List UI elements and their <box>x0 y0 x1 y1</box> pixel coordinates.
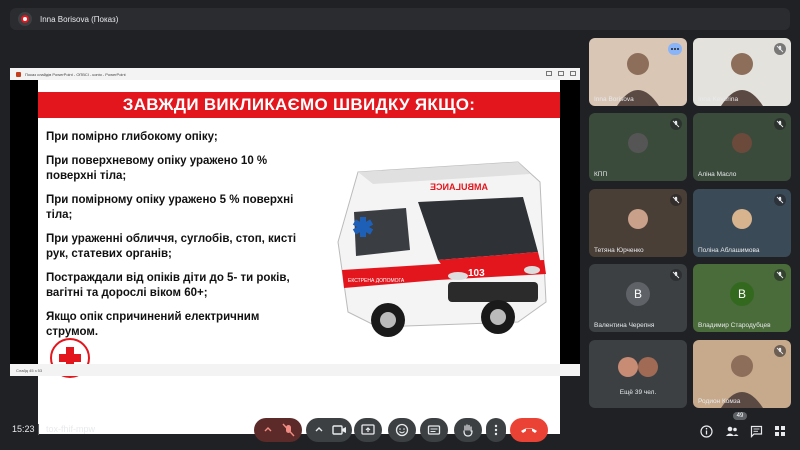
hand-icon <box>463 424 473 437</box>
slide-item: При помірно глибокому опіку; <box>46 131 218 143</box>
mic-off-icon <box>774 345 786 357</box>
slide-item: При помірному опіку уражено 5 % поверхні… <box>46 194 294 221</box>
slide-item: Якщо опік спричинений електричним струмо… <box>46 311 260 338</box>
slide-item: При поверхневому опіку уражено 10 % пове… <box>46 155 268 182</box>
ambulance-side-text: ЕКСТРЕНА ДОПОМОГА <box>348 278 405 284</box>
avatar <box>628 209 648 229</box>
ambulance-image: AMBULANCE 103 ЕКСТРЕНА ДОПОМОГА <box>337 161 547 337</box>
captions-icon <box>427 425 441 435</box>
participant-tile[interactable]: Ещё 39 чел. <box>589 340 687 408</box>
participant-tile[interactable]: КПП <box>589 113 687 181</box>
people-icon <box>726 426 739 436</box>
minimize-icon <box>546 71 552 76</box>
meet-window: Inna Borisova (Показ) Показ слайдів Powe… <box>0 0 800 450</box>
mic-off-icon <box>670 194 682 206</box>
mic-off-icon <box>774 269 786 281</box>
participant-tile[interactable]: B Владимир Стародубцев <box>693 264 791 332</box>
presenter-name: Inna Borisova (Показ) <box>40 14 119 24</box>
window-controls <box>546 71 576 76</box>
participant-name: Inna Keverina <box>698 96 739 103</box>
reactions-button[interactable] <box>388 418 416 442</box>
mic-button[interactable] <box>254 418 302 442</box>
powerpoint-icon <box>16 71 21 77</box>
more-options-icon[interactable] <box>668 43 682 55</box>
participant-name: КПП <box>594 171 608 178</box>
more-vert-icon <box>494 424 498 436</box>
slide: ЗАВЖДИ ВИКЛИКАЄМО ШВИДКУ ЯКЩО: При помір… <box>38 80 560 434</box>
powerpoint-statusbar: Слайд 45 з 53 <box>10 364 580 376</box>
phone-hangup-icon <box>521 428 537 433</box>
presenter-bar: Inna Borisova (Показ) <box>10 8 790 30</box>
participant-count-badge: 49 <box>733 412 747 420</box>
slide-list: При помірно глибокому опіку; При поверхн… <box>46 130 308 349</box>
participant-tile[interactable]: Аліна Масло <box>693 113 791 181</box>
avatar <box>732 209 752 229</box>
apps-grid-icon <box>775 426 785 436</box>
presenter-avatar <box>18 12 32 26</box>
avatar: B <box>626 282 650 306</box>
people-button[interactable] <box>724 423 740 439</box>
participant-tile[interactable]: Поліна Аблашимова <box>693 189 791 257</box>
participant-name: Поліна Аблашимова <box>698 247 760 254</box>
mic-off-icon <box>774 43 786 55</box>
powerpoint-window-title: Показ слайдів PowerPoint - ОПВСІ - копія… <box>25 71 126 77</box>
participant-name: Родион Комза <box>698 398 741 405</box>
participant-name: Аліна Масло <box>698 171 737 178</box>
slide-item: Постраждали від опіків діти до 5- ти рок… <box>46 272 290 299</box>
participant-tile[interactable]: Родион Комза <box>693 340 791 408</box>
bottom-toolbar: 15:23 tox-fhif-mpw <box>0 410 800 450</box>
ambulance-number: 103 <box>468 268 485 279</box>
slide-counter: Слайд 45 з 53 <box>16 367 43 373</box>
activities-button[interactable] <box>772 423 788 439</box>
present-screen-icon <box>361 424 375 435</box>
mic-off-icon <box>774 118 786 130</box>
participant-tile[interactable]: Inna Keverina <box>693 38 791 106</box>
powerpoint-titlebar: Показ слайдів PowerPoint - ОПВСІ - копія… <box>10 68 580 80</box>
mic-off-icon <box>264 423 295 437</box>
leave-call-button[interactable] <box>510 418 548 442</box>
mic-off-icon <box>670 269 682 281</box>
avatar <box>628 133 648 153</box>
participant-name: Ещё 39 чел. <box>619 389 657 396</box>
present-button[interactable] <box>354 418 382 442</box>
more-options-button[interactable] <box>486 418 506 442</box>
emoji-icon <box>395 423 409 437</box>
participant-tile[interactable]: Inna Borisova <box>589 38 687 106</box>
ambulance-text: AMBULANCE <box>430 182 488 192</box>
close-icon <box>570 71 576 76</box>
slide-item: При ураженні обличчя, суглобів, стоп, ки… <box>46 233 297 260</box>
mic-off-icon <box>670 118 682 130</box>
maximize-icon <box>558 71 564 76</box>
avatar <box>732 133 752 153</box>
clock: 15:23 <box>12 424 35 434</box>
slide-title: ЗАВЖДИ ВИКЛИКАЄМО ШВИДКУ ЯКЩО: <box>122 95 476 114</box>
camera-button[interactable] <box>306 418 352 442</box>
participant-tile[interactable]: Тетяна Юрченко <box>589 189 687 257</box>
divider <box>38 424 39 435</box>
info-icon <box>699 424 713 438</box>
raise-hand-button[interactable] <box>454 418 482 442</box>
info-button[interactable] <box>698 423 714 439</box>
chat-button[interactable] <box>748 423 764 439</box>
participant-name: Inna Borisova <box>594 96 634 103</box>
shared-screen: Показ слайдів PowerPoint - ОПВСІ - копія… <box>10 68 580 434</box>
mic-off-icon <box>774 194 786 206</box>
participant-tile[interactable]: B Валентина Черепня <box>589 264 687 332</box>
meeting-code: tox-fhif-mpw <box>46 424 96 434</box>
participant-name: Владимир Стародубцев <box>698 322 771 329</box>
participant-name: Тетяна Юрченко <box>594 247 644 254</box>
camera-icon <box>315 425 346 435</box>
avatar: B <box>730 282 754 306</box>
participant-name: Валентина Черепня <box>594 322 655 329</box>
captions-button[interactable] <box>420 418 448 442</box>
avatar-group <box>617 356 659 383</box>
chat-icon <box>750 425 762 438</box>
slide-header: ЗАВЖДИ ВИКЛИКАЄМО ШВИДКУ ЯКЩО: <box>38 92 560 118</box>
